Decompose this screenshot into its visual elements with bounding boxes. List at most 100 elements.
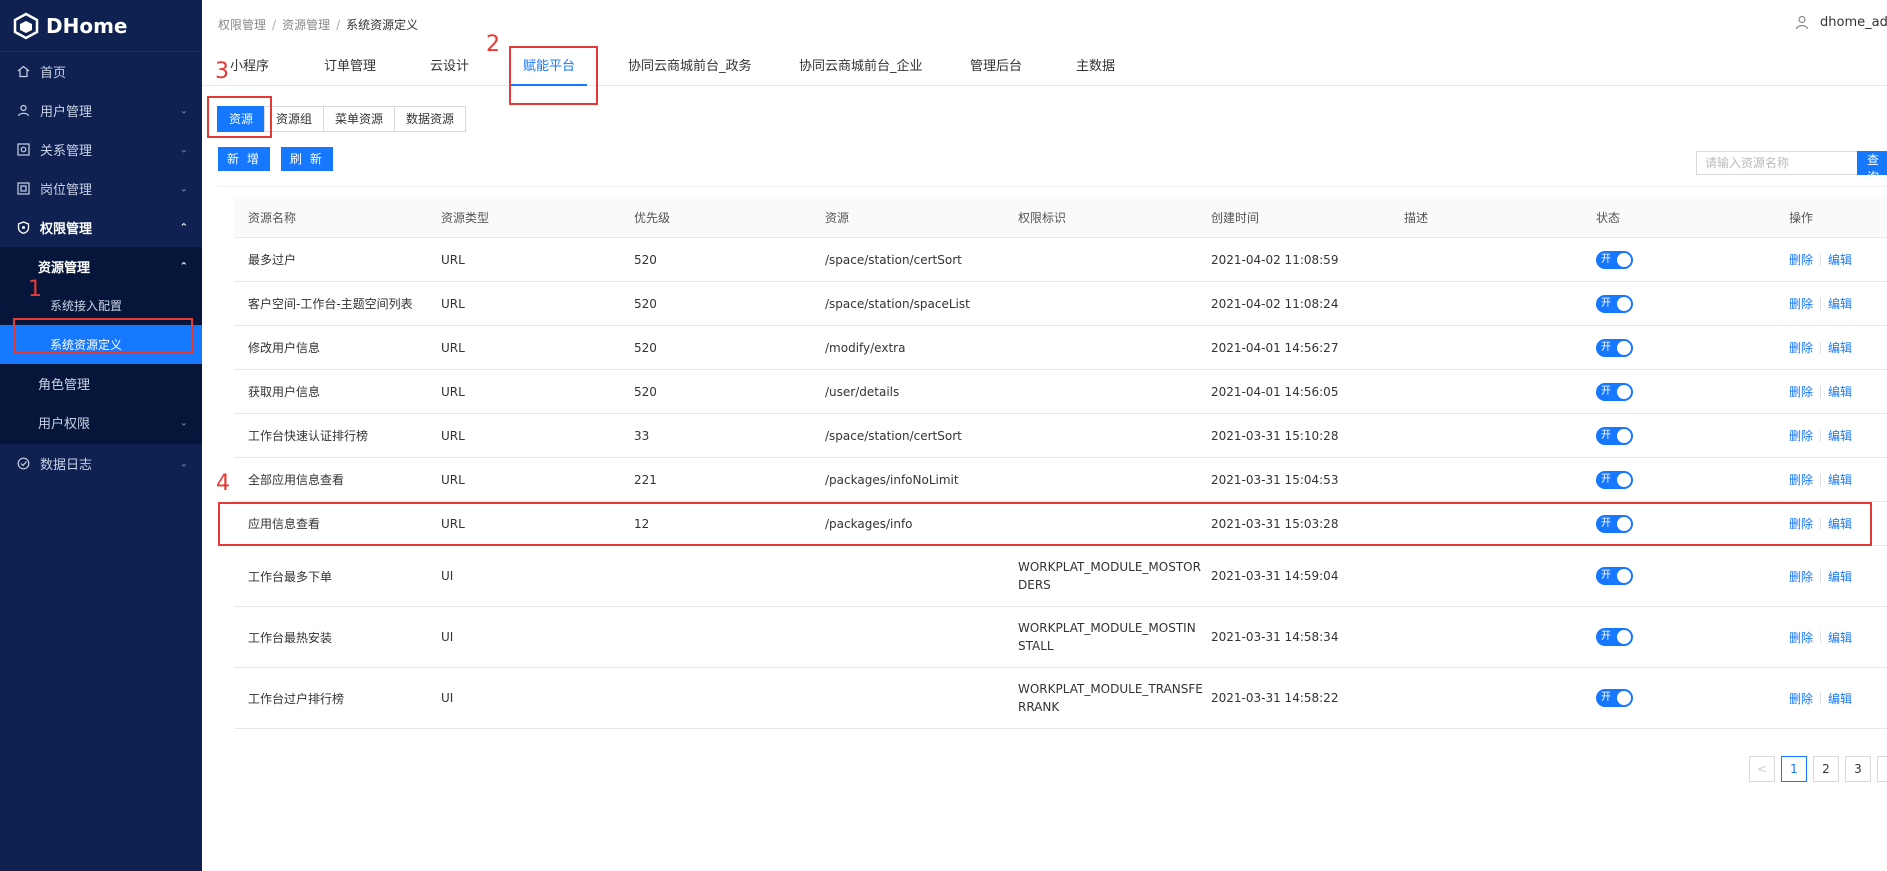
refresh-button[interactable]: 刷 新 [281, 147, 333, 171]
tab-admin-backend[interactable]: 管理后台 [970, 50, 1022, 86]
tab-master-data[interactable]: 主数据 [1076, 50, 1115, 86]
cell-resource-path: /packages/infoNoLimit [825, 472, 959, 487]
cell-resource-path: /space/station/spaceList [825, 296, 970, 311]
add-button[interactable]: 新 增 [218, 147, 270, 171]
status-toggle[interactable]: 开 [1596, 294, 1633, 313]
sidebar-item-home[interactable]: 首页 [0, 52, 202, 91]
cell-resource-name: 工作台最热安装 [248, 630, 333, 645]
cell-description [1404, 607, 1504, 667]
pagination-page[interactable]: 3 [1845, 756, 1871, 782]
edit-link[interactable]: 编辑 [1828, 471, 1852, 488]
delete-link[interactable]: 删除 [1789, 251, 1813, 268]
pagination-prev-button[interactable]: < [1749, 756, 1775, 782]
sidebar-item-label: 系统接入配置 [50, 299, 123, 313]
sidebar-item-post-mgmt[interactable]: 岗位管理 ⌄ [0, 169, 202, 208]
status-toggle[interactable]: 开 [1596, 470, 1633, 489]
status-toggle[interactable]: 开 [1596, 567, 1633, 585]
delete-link[interactable]: 删除 [1789, 690, 1813, 707]
user-icon [16, 104, 30, 118]
edit-link[interactable]: 编辑 [1828, 690, 1852, 707]
search-button[interactable]: 查 询 [1857, 151, 1887, 184]
cell-created-time: 2021-04-02 11:08:24 [1211, 296, 1339, 311]
edit-link[interactable]: 编辑 [1828, 568, 1852, 585]
table-header: 资源名称 资源类型 优先级 资源 权限标识 创建时间 描述 状态 操作 [234, 197, 1887, 238]
tab-mall-gov[interactable]: 协同云商城前台_政务 [628, 50, 752, 86]
user-menu[interactable]: dhome_adm [1792, 12, 1887, 32]
pagination-page[interactable]: 1 [1781, 756, 1807, 782]
status-toggle[interactable]: 开 [1596, 250, 1633, 269]
edit-link[interactable]: 编辑 [1828, 251, 1852, 268]
sidebar-item-system-resource-def[interactable]: 系统资源定义 [0, 325, 202, 364]
app-logo[interactable]: DHome [0, 0, 202, 52]
cell-description [1404, 668, 1504, 728]
status-toggle[interactable]: 开 [1596, 689, 1633, 707]
tab-mini-program[interactable]: 小程序 [230, 50, 269, 86]
cell-priority: 520 [634, 252, 657, 267]
segment-data-resource[interactable]: 数据资源 [394, 106, 467, 132]
pagination-page[interactable]: 2 [1813, 756, 1839, 782]
delete-link[interactable]: 删除 [1789, 515, 1813, 532]
sidebar-item-permission-mgmt[interactable]: 权限管理 ⌃ [0, 208, 202, 247]
cell-status: 开 [1596, 326, 1696, 369]
status-toggle[interactable]: 开 [1596, 514, 1633, 533]
cell-resource-path: /modify/extra [825, 340, 906, 355]
cell-actions: 删除 编辑 [1789, 326, 1887, 369]
edit-link[interactable]: 编辑 [1828, 629, 1852, 646]
status-toggle-knob [1617, 516, 1631, 531]
sidebar-item-role-mgmt[interactable]: 角色管理 [0, 364, 202, 403]
pagination-next-button[interactable] [1877, 756, 1887, 782]
delete-link[interactable]: 删除 [1789, 427, 1813, 444]
status-toggle-knob [1617, 691, 1631, 705]
delete-link[interactable]: 删除 [1789, 383, 1813, 400]
breadcrumb-item[interactable]: 资源管理 [282, 18, 330, 32]
segment-menu-resource[interactable]: 菜单资源 [323, 106, 396, 132]
cell-created-time: 2021-03-31 15:04:53 [1211, 472, 1339, 487]
segment-resource[interactable]: 资源 [217, 106, 266, 132]
edit-link[interactable]: 编辑 [1828, 427, 1852, 444]
sidebar-item-user-permission[interactable]: 用户权限 ⌄ [0, 403, 202, 442]
sidebar-item-relation-mgmt[interactable]: 关系管理 ⌄ [0, 130, 202, 169]
cell-resource-type: UI [441, 569, 454, 583]
sidebar-item-data-log[interactable]: 数据日志 ⌄ [0, 444, 202, 483]
tab-mall-enterprise[interactable]: 协同云商城前台_企业 [799, 50, 923, 86]
edit-link[interactable]: 编辑 [1828, 339, 1852, 356]
log-icon [16, 457, 30, 471]
sidebar-item-user-mgmt[interactable]: 用户管理 ⌄ [0, 91, 202, 130]
status-toggle[interactable]: 开 [1596, 382, 1633, 401]
status-toggle[interactable]: 开 [1596, 426, 1633, 445]
cell-permission-key: WORKPLAT_MODULE_MOSTINSTALL [1018, 621, 1196, 653]
cell-resource-name: 应用信息查看 [248, 517, 321, 531]
status-toggle-label: 开 [1601, 631, 1611, 642]
cell-permission-key [1018, 414, 1203, 457]
table-row: 获取用户信息 URL 520/user/details 2021-04-01 14:5… [234, 370, 1887, 414]
cell-description [1404, 282, 1504, 325]
column-header: 资源类型 [441, 210, 490, 225]
cell-resource-type: UI [441, 691, 454, 705]
cell-resource-type: URL [441, 340, 465, 355]
status-toggle[interactable]: 开 [1596, 628, 1633, 646]
edit-link[interactable]: 编辑 [1828, 515, 1852, 532]
delete-link[interactable]: 删除 [1789, 295, 1813, 312]
breadcrumb-item[interactable]: 权限管理 [218, 18, 266, 32]
delete-link[interactable]: 删除 [1789, 568, 1813, 585]
tab-cloud-design[interactable]: 云设计 [430, 50, 469, 86]
sidebar-item-label: 数据日志 [40, 458, 93, 473]
cell-created-time: 2021-03-31 14:58:22 [1211, 691, 1339, 705]
annotation-number-3: 3 [215, 59, 229, 84]
cell-status: 开 [1596, 238, 1696, 281]
resource-type-segment: 资源 资源组 菜单资源 数据资源 [217, 106, 467, 132]
edit-link[interactable]: 编辑 [1828, 295, 1852, 312]
edit-link[interactable]: 编辑 [1828, 383, 1852, 400]
segment-resource-group[interactable]: 资源组 [264, 106, 325, 132]
cell-permission-key [1018, 502, 1203, 545]
cell-description [1404, 238, 1504, 281]
tab-order-mgmt[interactable]: 订单管理 [324, 50, 376, 86]
delete-link[interactable]: 删除 [1789, 629, 1813, 646]
cell-permission-key [1018, 238, 1203, 281]
search-input[interactable] [1696, 151, 1858, 175]
table-row: 应用信息查看 URL 12/packages/info 2021-03-31 15:0… [234, 502, 1887, 546]
status-toggle[interactable]: 开 [1596, 338, 1633, 357]
delete-link[interactable]: 删除 [1789, 471, 1813, 488]
delete-link[interactable]: 删除 [1789, 339, 1813, 356]
tab-empowerment-platform[interactable]: 赋能平台 [511, 50, 587, 86]
